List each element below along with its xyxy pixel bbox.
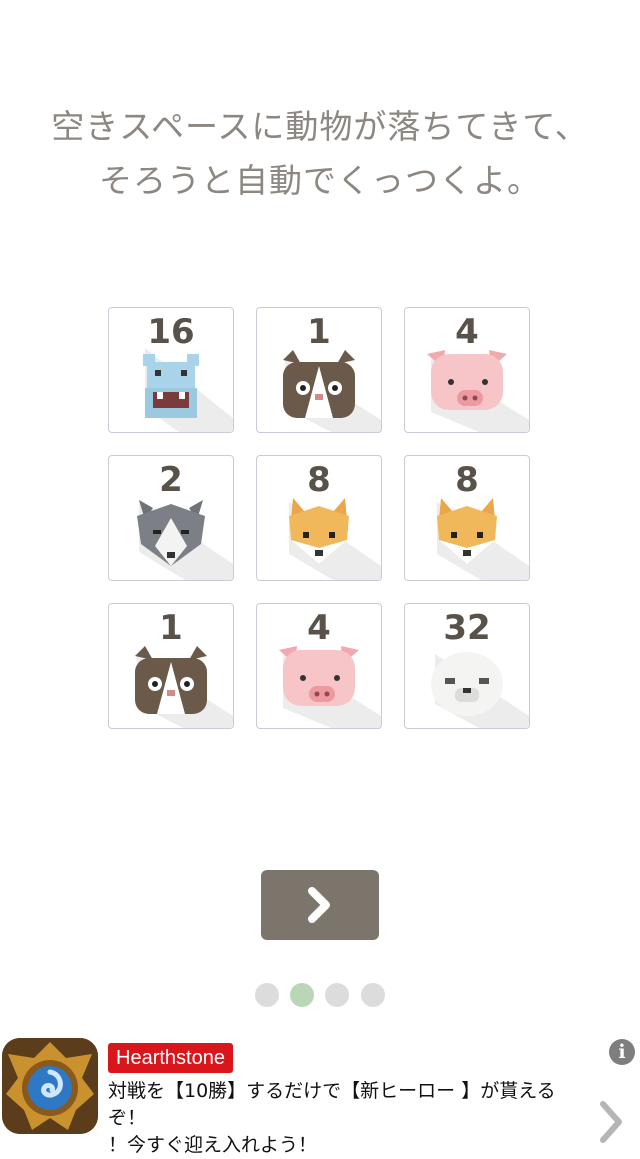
chevron-right-icon (308, 887, 330, 923)
page-dot-1[interactable] (255, 983, 279, 1007)
tile-number: 1 (159, 608, 183, 648)
grid-tile: 4 (404, 307, 530, 433)
chevron-right-icon[interactable] (597, 1100, 625, 1144)
tile-number: 4 (307, 608, 331, 648)
tile-number: 1 (307, 312, 331, 352)
grid-tile: 16 (108, 307, 234, 433)
grid-tile: 1 (256, 307, 382, 433)
instructions-line-2: そろうと自動でくっつくよ。 (99, 161, 541, 200)
grid-tile: 32 (404, 603, 530, 729)
tile-number: 4 (455, 312, 479, 352)
ad-banner[interactable]: Hearthstone 対戦を【10勝】するだけで【新ヒーロー 】が貰えるぞ！ … (0, 1036, 640, 1156)
instructions-line-1: 空きスペースに動物が落ちてきて、 (51, 107, 589, 146)
tile-number: 8 (307, 460, 331, 500)
page-indicator (253, 983, 393, 1007)
ad-copy[interactable]: 対戦を【10勝】するだけで【新ヒーロー 】が貰えるぞ！ ！今すぐ迎え入れよう！ (108, 1078, 578, 1159)
ad-brand-label[interactable]: Hearthstone (108, 1043, 233, 1073)
animal-grid: 16 1 4 2 8 8 1 4 32 (108, 307, 532, 731)
grid-tile: 1 (108, 603, 234, 729)
grid-tile: 2 (108, 455, 234, 581)
tile-number: 8 (455, 460, 479, 500)
next-button[interactable] (261, 870, 379, 940)
tile-number: 16 (147, 312, 195, 352)
ad-copy-line-2: ！今すぐ迎え入れよう！ (108, 1134, 318, 1156)
tile-number: 32 (443, 608, 491, 648)
page-dot-4[interactable] (361, 983, 385, 1007)
hearthstone-logo-icon[interactable] (2, 1038, 98, 1134)
grid-tile: 8 (256, 455, 382, 581)
grid-tile: 4 (256, 603, 382, 729)
page-dot-3[interactable] (325, 983, 349, 1007)
page-dot-2[interactable] (290, 983, 314, 1007)
info-icon[interactable]: i (609, 1039, 635, 1065)
grid-tile: 8 (404, 455, 530, 581)
tile-number: 2 (159, 460, 183, 500)
instructions-text: 空きスペースに動物が落ちてきて、 そろうと自動でくっつくよ。 (0, 100, 640, 208)
ad-copy-line-1: 対戦を【10勝】するだけで【新ヒーロー 】が貰えるぞ！ (108, 1080, 556, 1129)
